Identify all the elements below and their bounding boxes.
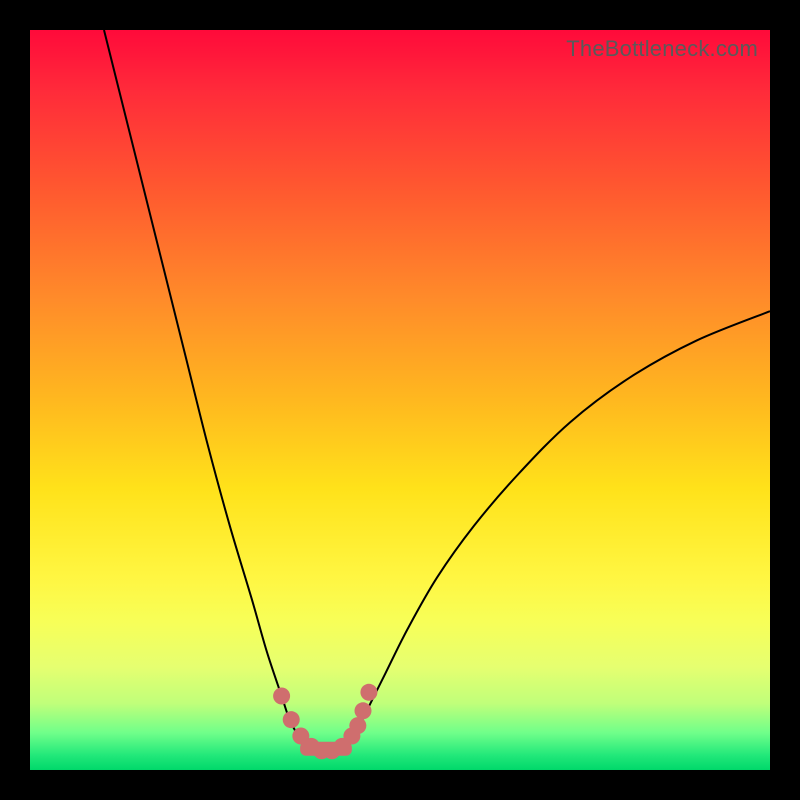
chart-svg [30, 30, 770, 770]
chart-frame: TheBottleneck.com [0, 0, 800, 800]
marker-dot [349, 717, 366, 734]
marker-bottom-bar [300, 742, 352, 756]
right-curve [348, 311, 770, 748]
marker-dot [355, 702, 372, 719]
marker-dot [283, 711, 300, 728]
marker-dot [273, 688, 290, 705]
plot-area: TheBottleneck.com [30, 30, 770, 770]
marker-dot [360, 684, 377, 701]
left-curve [104, 30, 304, 748]
